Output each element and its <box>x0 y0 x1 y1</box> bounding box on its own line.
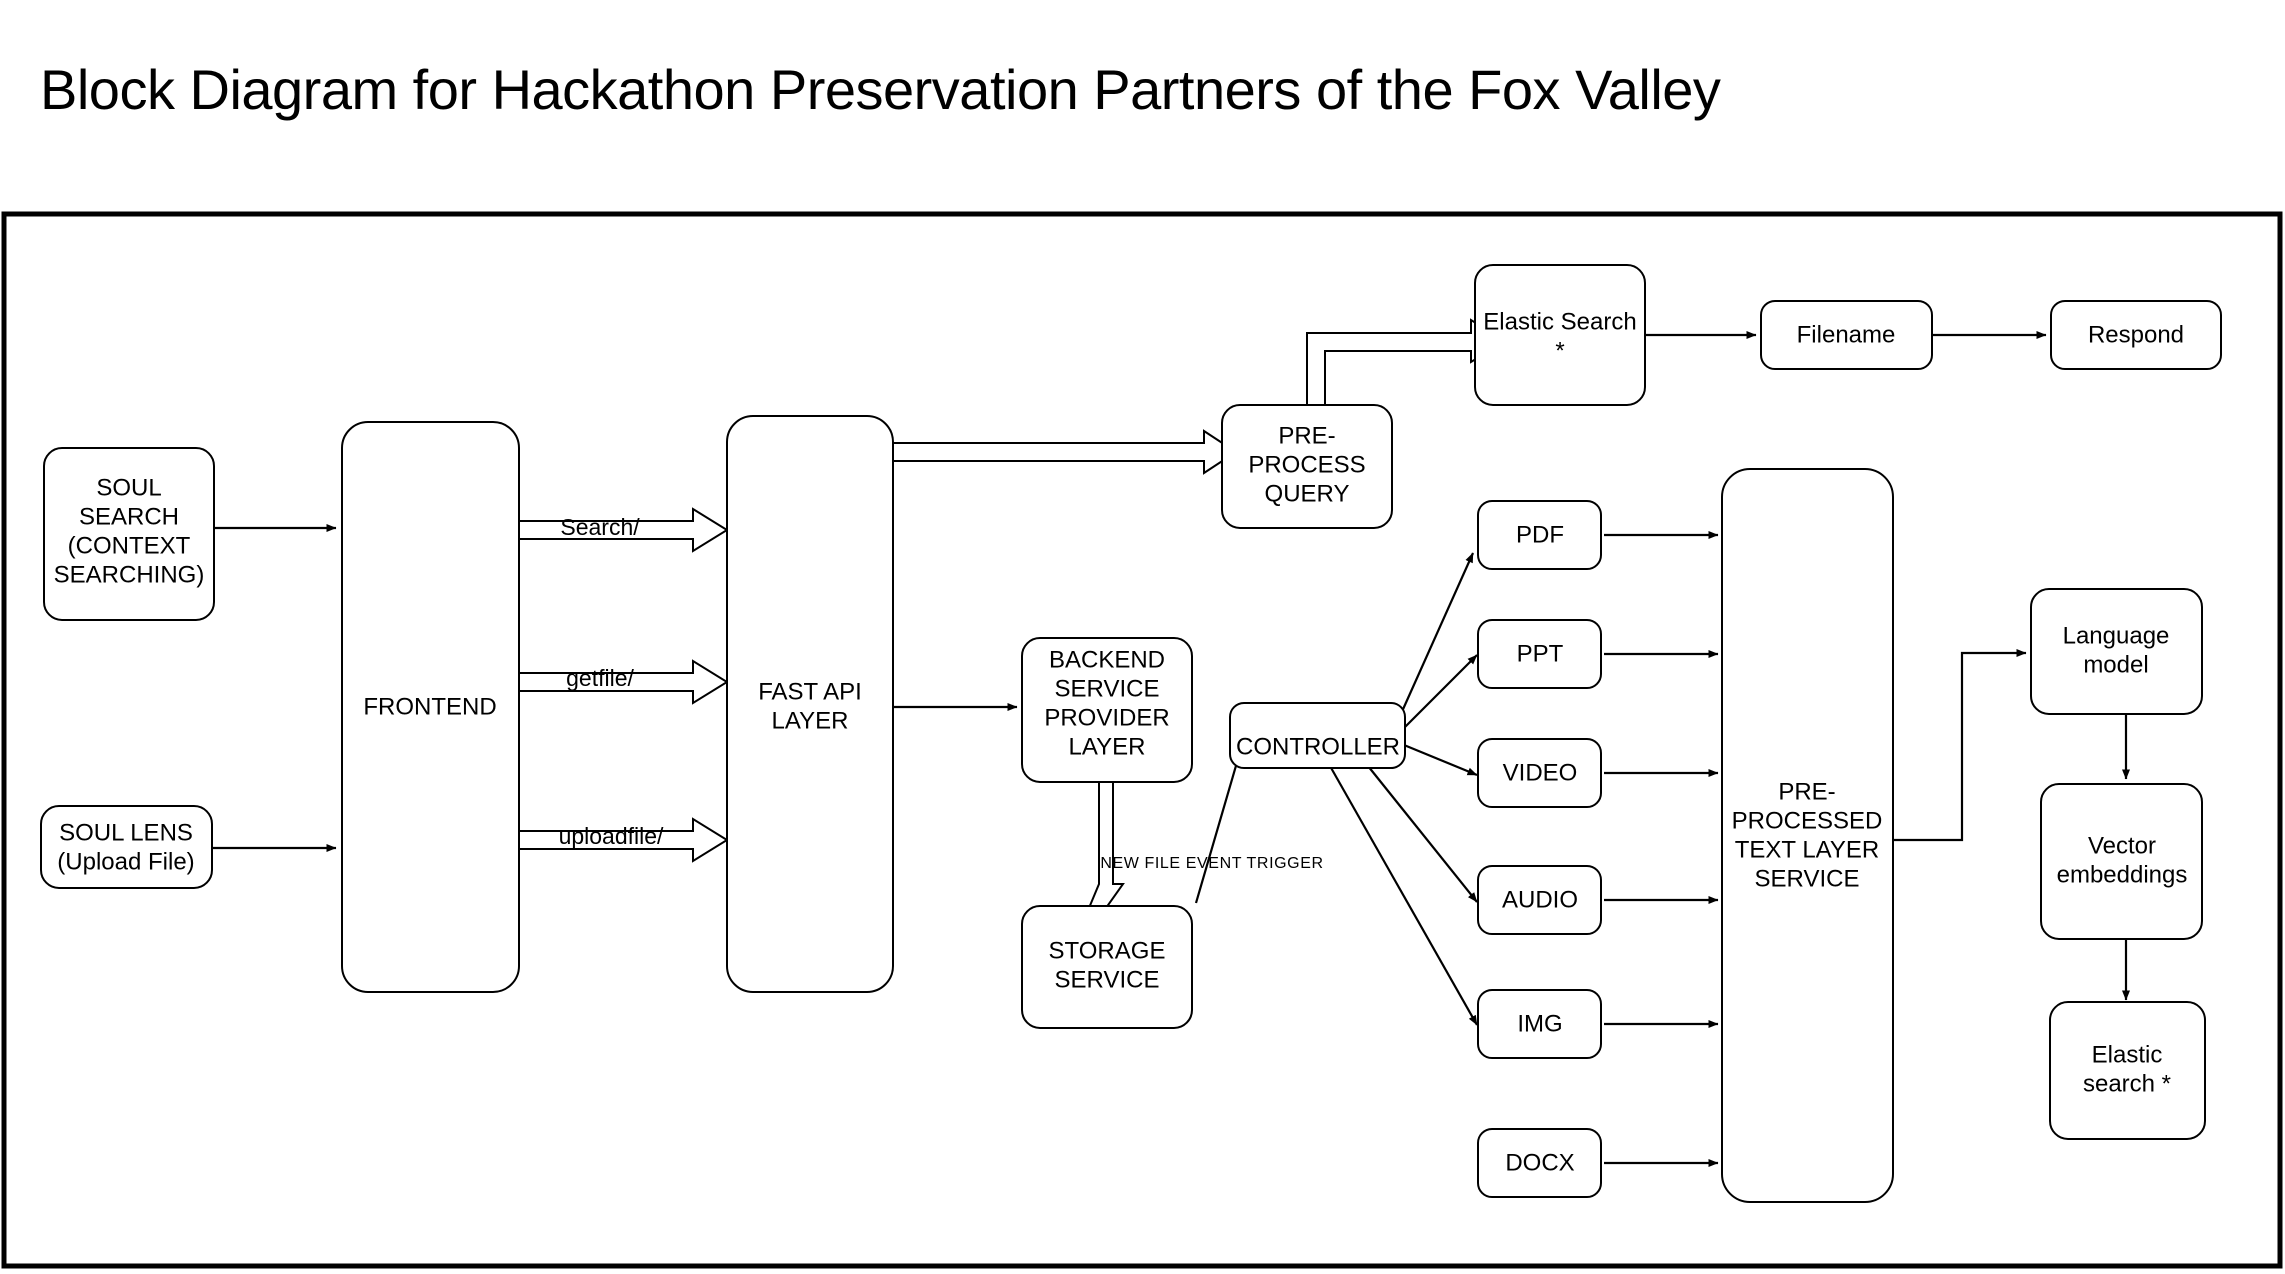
edge-textlayer-languagemodel <box>1893 649 2027 842</box>
block-arrow-fastapi-preprocess <box>892 429 1238 475</box>
node-controller[interactable]: CONTROLLER <box>1229 702 1406 769</box>
node-preprocessed-line3: TEXT LAYER <box>1735 836 1880 863</box>
node-ppt-label: PPT <box>1517 640 1564 667</box>
node-elastic-search-bottom-line2: search * <box>2083 1070 2171 1097</box>
node-language-model-line2: model <box>2083 651 2148 678</box>
node-video-label: VIDEO <box>1503 759 1578 786</box>
node-backend-line4: LAYER <box>1069 733 1146 760</box>
node-soul-search-line3: (CONTEXT <box>68 532 191 559</box>
node-respond[interactable]: Respond <box>2050 300 2222 370</box>
edge-label-new-file-event-trigger: NEW FILE EVENT TRIGGER <box>1100 855 1323 872</box>
node-soul-lens[interactable]: SOUL LENS (Upload File) <box>40 805 213 889</box>
node-elastic-search-bottom[interactable]: Elastic search * <box>2049 1001 2206 1140</box>
node-audio[interactable]: AUDIO <box>1477 865 1602 935</box>
node-fast-api-layer[interactable]: FAST API LAYER <box>726 415 894 993</box>
node-elastic-search-top-line1: Elastic Search <box>1483 308 1636 335</box>
node-soul-search[interactable]: SOUL SEARCH (CONTEXT SEARCHING) <box>43 447 215 621</box>
node-soul-lens-line2: (Upload File) <box>57 848 194 875</box>
node-pdf[interactable]: PDF <box>1477 500 1602 570</box>
node-preprocessed-line2: PROCESSED <box>1732 807 1883 834</box>
node-backend-service-provider-layer[interactable]: BACKEND SERVICE PROVIDER LAYER <box>1021 637 1193 783</box>
node-elastic-search-top[interactable]: Elastic Search * <box>1474 264 1646 406</box>
node-ppt[interactable]: PPT <box>1477 619 1602 689</box>
node-preprocess-query-line3: QUERY <box>1265 480 1350 507</box>
node-controller-label: CONTROLLER <box>1236 733 1400 760</box>
node-storage-service[interactable]: STORAGE SERVICE <box>1021 905 1193 1029</box>
node-vector-line2: embeddings <box>2057 861 2188 888</box>
node-docx-label: DOCX <box>1505 1149 1574 1176</box>
node-soul-lens-line1: SOUL LENS <box>59 819 193 846</box>
node-docx[interactable]: DOCX <box>1477 1128 1602 1198</box>
node-filename-label: Filename <box>1797 321 1896 348</box>
node-soul-lens-box[interactable] <box>40 805 213 889</box>
node-storage-line2: SERVICE <box>1055 966 1160 993</box>
edge-controller-ppt <box>1403 654 1478 729</box>
block-diagram-canvas: SOUL SEARCH (CONTEXT SEARCHING) SOUL LEN… <box>1 211 2283 1269</box>
node-elastic-search-bottom-line1: Elastic <box>2092 1041 2163 1068</box>
node-soul-search-line4: SEARCHING) <box>54 561 205 588</box>
node-pdf-label: PDF <box>1516 521 1564 548</box>
diagram-page: Block Diagram for Hackathon Preservation… <box>0 0 2285 1274</box>
node-img-label: IMG <box>1517 1010 1562 1037</box>
edge-controller-pdf <box>1398 552 1475 717</box>
edge-controller-img <box>1329 765 1478 1026</box>
node-frontend-label: FRONTEND <box>363 693 496 720</box>
node-elastic-search-top-line2: * <box>1555 337 1564 364</box>
node-preprocess-query-line2: PROCESS <box>1248 451 1365 478</box>
node-soul-search-line2: SEARCH <box>79 503 179 530</box>
node-preprocessed-text-layer-service[interactable]: PRE- PROCESSED TEXT LAYER SERVICE <box>1721 468 1894 1203</box>
node-img[interactable]: IMG <box>1477 989 1602 1059</box>
node-backend-line3: PROVIDER <box>1044 704 1169 731</box>
node-frontend[interactable]: FRONTEND <box>341 421 520 993</box>
node-respond-label: Respond <box>2088 321 2184 348</box>
node-vector-line1: Vector <box>2088 832 2156 859</box>
node-audio-label: AUDIO <box>1502 886 1578 913</box>
node-video[interactable]: VIDEO <box>1477 738 1602 808</box>
node-language-model-line1: Language <box>2063 622 2170 649</box>
node-preprocess-query-line1: PRE- <box>1278 422 1335 449</box>
node-preprocessed-line4: SERVICE <box>1755 865 1860 892</box>
edge-storage-controller <box>1194 751 1242 904</box>
node-backend-line2: SERVICE <box>1055 675 1160 702</box>
node-fast-api-line1: FAST API <box>758 678 862 705</box>
node-language-model[interactable]: Language model <box>2030 588 2203 715</box>
edge-label-getfile: getfile/ <box>566 665 634 691</box>
node-vector-embeddings[interactable]: Vector embeddings <box>2040 783 2203 940</box>
edge-controller-video <box>1403 743 1478 777</box>
node-backend-line1: BACKEND <box>1049 646 1165 673</box>
node-preprocess-query[interactable]: PRE- PROCESS QUERY <box>1221 404 1393 529</box>
node-soul-search-line1: SOUL <box>96 474 161 501</box>
node-preprocessed-line1: PRE- <box>1778 778 1835 805</box>
node-storage-line1: STORAGE <box>1049 937 1166 964</box>
edge-label-search: Search/ <box>560 514 640 540</box>
edge-controller-audio <box>1367 765 1478 903</box>
node-filename[interactable]: Filename <box>1760 300 1933 370</box>
edge-label-uploadfile: uploadfile/ <box>559 823 664 849</box>
node-fast-api-line2: LAYER <box>772 707 849 734</box>
